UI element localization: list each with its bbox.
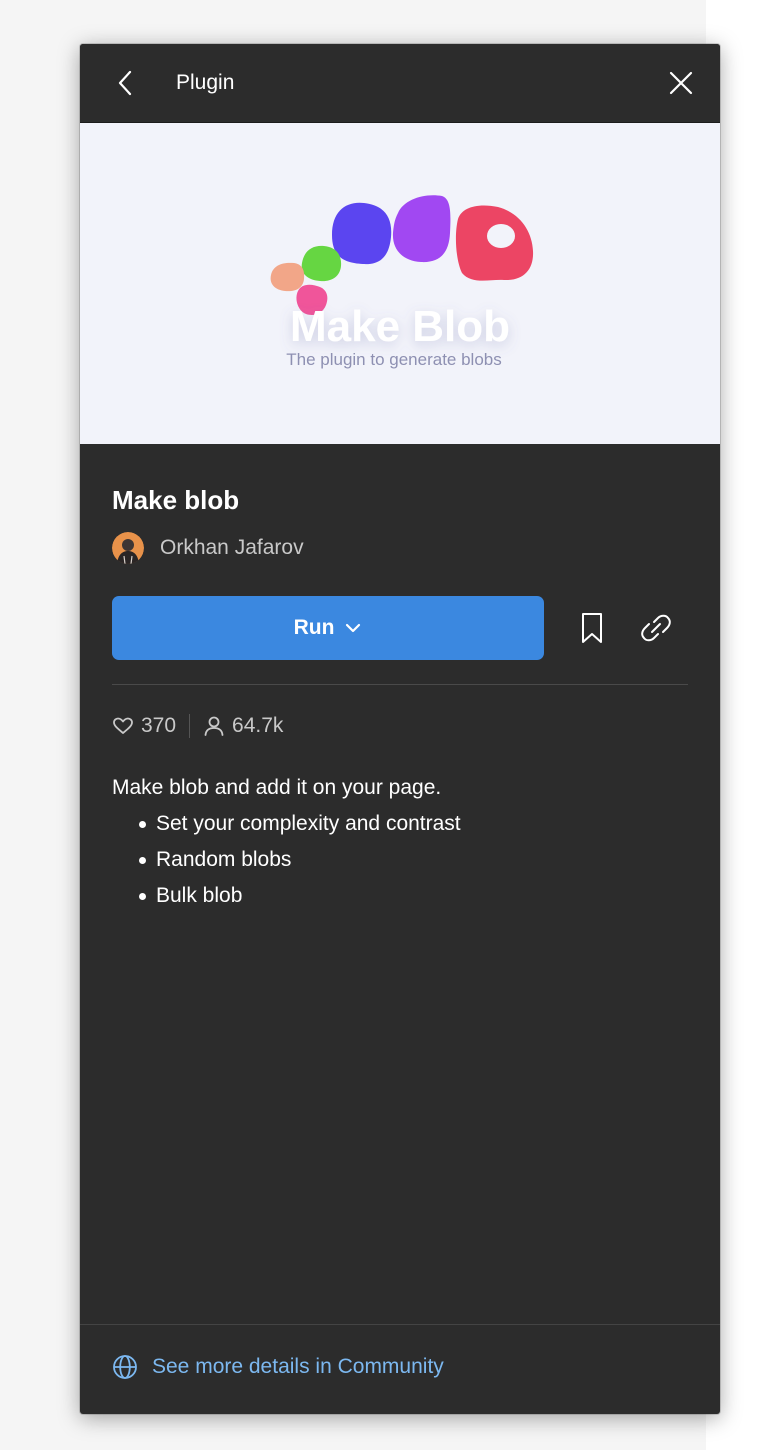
chevron-down-icon (346, 623, 361, 633)
stats-separator (189, 714, 191, 738)
run-button[interactable]: Run (112, 596, 544, 660)
plugin-name: Make blob (112, 485, 240, 515)
description-intro: Make blob and add it on your page. (112, 776, 442, 799)
heart-icon[interactable] (112, 715, 134, 737)
banner-title: Make Blob (290, 302, 510, 351)
author-name[interactable]: Orkhan Jafarov (160, 532, 304, 564)
plugin-cover-image: Make Blob The plugin to generate blobs (80, 123, 720, 444)
description-bullet: Bulk blob (112, 878, 688, 914)
description-bullet: Random blobs (112, 842, 688, 878)
blob-illustration (270, 195, 534, 315)
community-link-text: See more details in Community (152, 1355, 444, 1378)
close-icon (669, 71, 693, 95)
chevron-left-icon (118, 70, 132, 96)
run-button-label: Run (293, 616, 335, 639)
close-button[interactable] (664, 66, 698, 100)
panel-header: Plugin (80, 44, 720, 123)
copy-link-button[interactable] (638, 610, 674, 646)
description-bullet: Set your complexity and contrast (112, 806, 688, 842)
user-icon (204, 716, 224, 736)
bookmark-button[interactable] (576, 610, 608, 646)
banner-subtitle: The plugin to generate blobs (286, 350, 502, 369)
globe-icon (113, 1355, 137, 1379)
author-avatar[interactable] (112, 532, 144, 564)
link-icon (641, 614, 671, 642)
plugin-description: Make blob and add it on your page. Set y… (112, 770, 688, 914)
panel-footer: See more details in Community (80, 1324, 720, 1414)
community-link[interactable]: See more details in Community (112, 1351, 444, 1383)
bookmark-icon (582, 613, 602, 643)
description-list: Set your complexity and contrast Random … (112, 806, 688, 914)
plugin-stats: 370 64.7k (112, 710, 283, 742)
likes-count: 370 (141, 714, 177, 737)
users-count: 64.7k (232, 714, 284, 737)
plugin-panel: Plugin Make Blob The plugin to generate … (80, 44, 720, 1414)
back-button[interactable] (110, 66, 142, 100)
panel-title: Plugin (176, 71, 235, 94)
section-divider (112, 684, 688, 685)
